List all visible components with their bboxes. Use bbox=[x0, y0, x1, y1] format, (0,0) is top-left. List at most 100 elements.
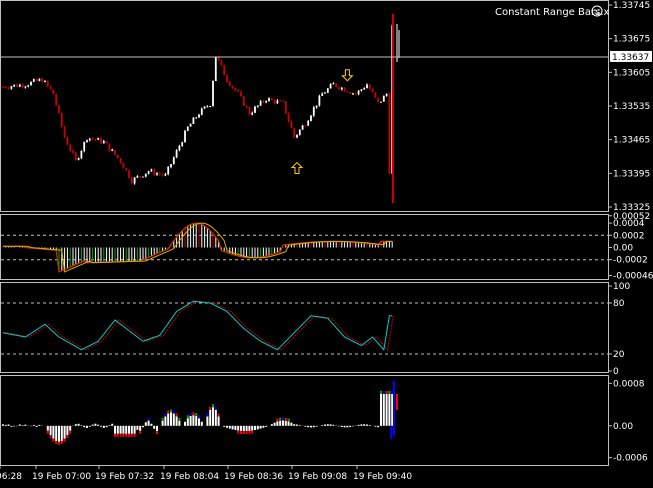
candle-body bbox=[335, 83, 338, 88]
candle-body bbox=[343, 87, 346, 92]
osc-cap bbox=[167, 410, 170, 414]
osc-cap bbox=[161, 417, 164, 421]
macd-tick-label: -0.00046 bbox=[613, 272, 653, 282]
candle-body bbox=[27, 85, 30, 87]
candle-body bbox=[304, 125, 307, 127]
candle-body bbox=[368, 84, 371, 90]
candle-body bbox=[114, 149, 116, 155]
candle-body bbox=[139, 176, 142, 178]
candle-body bbox=[133, 177, 136, 184]
candle-body bbox=[326, 88, 329, 93]
osc-cap bbox=[170, 409, 172, 413]
candle-body bbox=[108, 143, 111, 151]
osc-cap bbox=[380, 390, 382, 394]
candle-body bbox=[262, 100, 265, 103]
candle-body bbox=[340, 87, 343, 90]
osc-cap bbox=[125, 433, 128, 437]
candle-body bbox=[24, 86, 27, 88]
candle-body bbox=[58, 105, 60, 113]
candle-body bbox=[338, 87, 340, 90]
candle-body bbox=[189, 123, 192, 127]
osc-cap bbox=[58, 441, 60, 445]
osc-cap bbox=[192, 412, 195, 416]
osc-cap bbox=[130, 433, 133, 437]
osc-cap bbox=[287, 418, 290, 422]
stoch-tick-label: 80 bbox=[613, 299, 625, 309]
candle-body bbox=[125, 168, 128, 171]
price-tick-label: 1.33675 bbox=[613, 35, 650, 45]
stoch-tick-label: 100 bbox=[613, 282, 630, 292]
candle-body bbox=[388, 93, 391, 174]
candle-body bbox=[346, 91, 349, 93]
candle-body bbox=[240, 91, 242, 97]
osc-cap bbox=[214, 406, 217, 410]
candle-body bbox=[374, 92, 377, 98]
osc-cap bbox=[122, 433, 125, 437]
candle-body bbox=[251, 112, 254, 115]
candle-body bbox=[142, 176, 144, 178]
candle-body bbox=[13, 84, 16, 87]
osc-cap bbox=[46, 430, 49, 434]
candle-body bbox=[94, 139, 97, 141]
candle-body bbox=[256, 105, 259, 107]
candle-body bbox=[46, 80, 49, 87]
osc-cap bbox=[388, 390, 391, 394]
osc-cap bbox=[119, 433, 122, 437]
candle-body bbox=[130, 177, 133, 184]
candle-body bbox=[357, 90, 360, 95]
osc-cap bbox=[382, 390, 385, 394]
candle-body bbox=[2, 86, 4, 88]
candle-body bbox=[153, 169, 156, 175]
candle-body bbox=[245, 105, 248, 108]
candle-body bbox=[259, 100, 262, 106]
candle-body bbox=[321, 93, 324, 96]
candle-body bbox=[352, 93, 354, 95]
candle-body bbox=[83, 141, 86, 151]
candle-body bbox=[212, 80, 214, 106]
candle-body bbox=[32, 79, 35, 82]
time-tick-label: 06:28 bbox=[0, 472, 22, 482]
time-tick-label: 19 Feb 07:32 bbox=[95, 472, 154, 482]
osc-cap bbox=[52, 438, 55, 442]
candle-body bbox=[21, 84, 24, 88]
osc-cap bbox=[279, 417, 282, 421]
candle-body bbox=[91, 138, 94, 140]
osc-cap bbox=[242, 431, 245, 435]
current-price-label: 1.33637 bbox=[612, 53, 649, 63]
candle-body bbox=[16, 84, 18, 87]
candle-body bbox=[178, 146, 181, 151]
osc-cap bbox=[69, 430, 72, 434]
candle-body bbox=[69, 144, 72, 151]
osc-cap bbox=[128, 433, 130, 437]
candle-body bbox=[60, 112, 63, 127]
candle-body bbox=[310, 115, 312, 121]
osc-cap bbox=[175, 413, 178, 417]
candle-body bbox=[192, 117, 195, 124]
candle-body bbox=[234, 87, 237, 91]
candle-body bbox=[116, 154, 119, 159]
osc-cap bbox=[178, 417, 181, 421]
candle-body bbox=[226, 75, 228, 82]
candle-body bbox=[18, 84, 21, 87]
candle-body bbox=[102, 141, 105, 144]
candle-body bbox=[158, 173, 161, 175]
price-tick-label: 1.33395 bbox=[613, 169, 650, 179]
candle-body bbox=[377, 97, 380, 103]
osc-tick-label: -0.0006 bbox=[613, 454, 648, 464]
candle-body bbox=[80, 150, 83, 159]
candle-body bbox=[122, 162, 125, 169]
candle-body bbox=[172, 157, 175, 165]
candle-body bbox=[74, 152, 77, 160]
price-tick-label: 1.33535 bbox=[613, 102, 650, 112]
candle-body bbox=[175, 150, 178, 158]
candle-body bbox=[268, 98, 270, 101]
macd-tick-label: 0.00052 bbox=[613, 212, 650, 222]
price-tick-label: 1.33745 bbox=[613, 1, 650, 11]
osc-cap bbox=[63, 438, 66, 442]
osc-cap bbox=[282, 417, 284, 421]
time-tick-label: 19 Feb 09:40 bbox=[353, 472, 412, 482]
candle-body bbox=[312, 107, 315, 116]
stoch-tick-label: 20 bbox=[613, 350, 625, 360]
osc-cap bbox=[276, 418, 279, 422]
osc-cap bbox=[284, 417, 287, 421]
